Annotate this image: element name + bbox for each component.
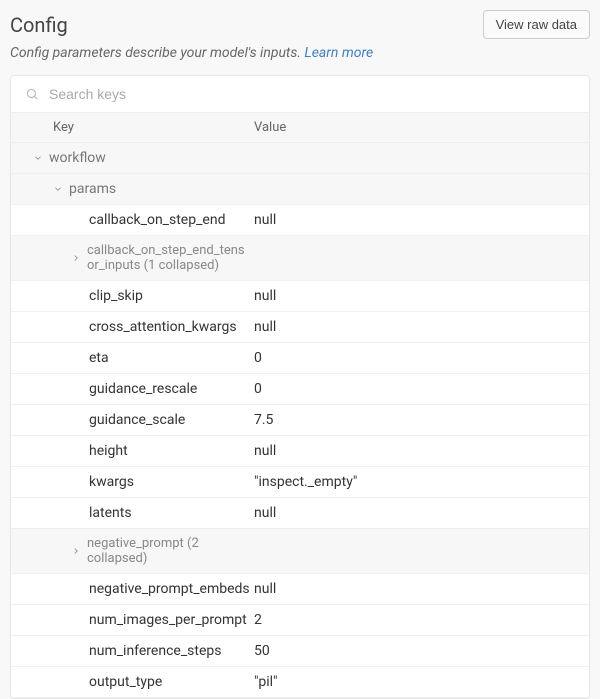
table-row: cross_attention_kwargs null [11,312,589,343]
group-label: params [69,174,120,204]
search-icon [25,87,39,101]
config-value: 2 [254,605,589,635]
tree-group-params[interactable]: params [11,174,589,205]
search-row [11,76,589,113]
view-raw-data-button[interactable]: View raw data [483,10,590,39]
config-panel: Key Value workflow params [10,75,590,699]
config-key: cross_attention_kwargs [89,312,241,342]
chevron-down-icon [53,184,63,194]
table-row: height null [11,436,589,467]
config-value: 50 [254,636,589,666]
table-row: guidance_rescale 0 [11,374,589,405]
collapsed-group-label: negative_prompt (2 collapsed) [87,529,254,573]
chevron-right-icon [71,253,81,263]
table-row: guidance_scale 7.5 [11,405,589,436]
config-key: callback_on_step_end [89,205,229,235]
config-key: num_inference_steps [89,636,225,666]
config-key: latents [89,498,136,528]
config-key: kwargs [89,467,138,497]
config-value: "pil" [254,667,589,697]
description-text: Config parameters describe your model's … [10,45,304,61]
config-value: null [254,205,589,235]
column-headers: Key Value [11,113,589,143]
config-value: null [254,312,589,342]
table-row: clip_skip null [11,281,589,312]
chevron-down-icon [33,153,43,163]
column-header-key: Key [11,113,254,142]
table-row: negative_prompt_embeds null [11,574,589,605]
config-key: output_type [89,667,166,697]
config-value: null [254,436,589,466]
tree-group-collapsed[interactable]: negative_prompt (2 collapsed) [11,529,589,574]
tree-group-collapsed[interactable]: callback_on_step_end_tensor_inputs (1 co… [11,236,589,281]
search-input[interactable] [49,86,575,102]
config-value: null [254,498,589,528]
config-key: negative_prompt_embeds [89,574,254,604]
table-row: callback_on_step_end null [11,205,589,236]
config-key: clip_skip [89,281,147,311]
config-key: eta [89,343,113,373]
collapsed-group-label: callback_on_step_end_tensor_inputs (1 co… [87,236,254,280]
config-value: "inspect._empty" [254,467,589,497]
table-row: num_images_per_prompt 2 [11,605,589,636]
tree-group-workflow[interactable]: workflow [11,143,589,174]
chevron-right-icon [71,546,81,556]
table-row: eta 0 [11,343,589,374]
config-value: null [254,574,589,604]
config-key: guidance_scale [89,405,189,435]
config-key: guidance_rescale [89,374,201,404]
table-row: num_inference_steps 50 [11,636,589,667]
page-title: Config [10,13,68,37]
config-value: 7.5 [254,405,589,435]
column-header-value: Value [254,113,589,142]
table-row: latents null [11,498,589,529]
config-description: Config parameters describe your model's … [10,45,590,61]
group-label: workflow [49,143,110,173]
config-value: 0 [254,343,589,373]
config-value: null [254,281,589,311]
table-row: kwargs "inspect._empty" [11,467,589,498]
learn-more-link[interactable]: Learn more [304,45,373,61]
config-key: height [89,436,132,466]
config-key: num_images_per_prompt [89,605,251,635]
config-value: 0 [254,374,589,404]
